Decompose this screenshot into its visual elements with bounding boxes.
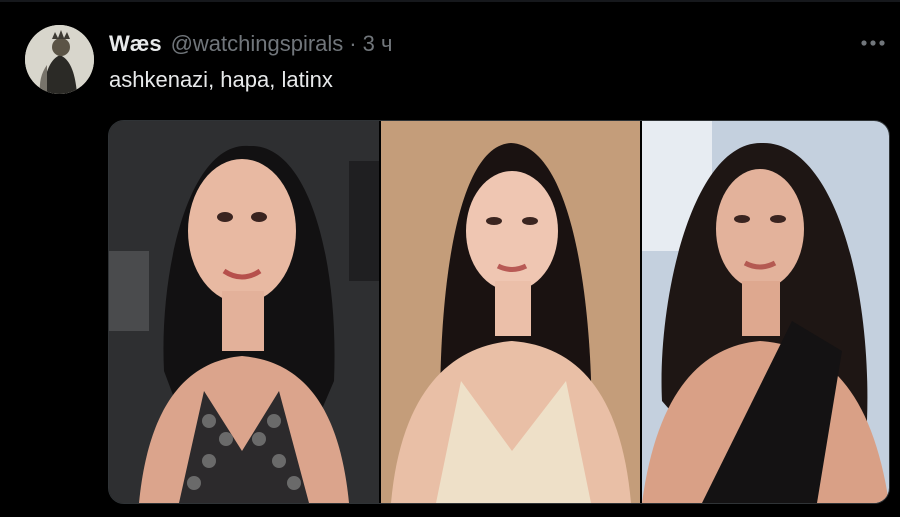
tweet-media-grid: [108, 120, 890, 504]
author-name[interactable]: Wæs: [109, 31, 162, 57]
photo-2-image: [381, 121, 640, 503]
tweet-text: ashkenazi, hapa, latinx: [109, 67, 333, 92]
media-photo-2[interactable]: [381, 121, 640, 503]
media-photo-3[interactable]: [642, 121, 889, 503]
more-icon: [861, 40, 885, 46]
avatar-image: [25, 25, 94, 94]
more-options-button[interactable]: [855, 28, 891, 58]
author-handle[interactable]: @watchingspirals: [171, 31, 344, 57]
tweet-timestamp[interactable]: 3 ч: [363, 31, 393, 57]
top-divider: [0, 0, 900, 2]
photo-3-image: [642, 121, 889, 503]
media-photo-1[interactable]: [109, 121, 379, 503]
tweet-header: Wæs @watchingspirals · 3 ч: [109, 30, 392, 58]
photo-1-image: [109, 121, 379, 503]
separator-dot: ·: [349, 31, 357, 56]
avatar[interactable]: [25, 25, 94, 94]
